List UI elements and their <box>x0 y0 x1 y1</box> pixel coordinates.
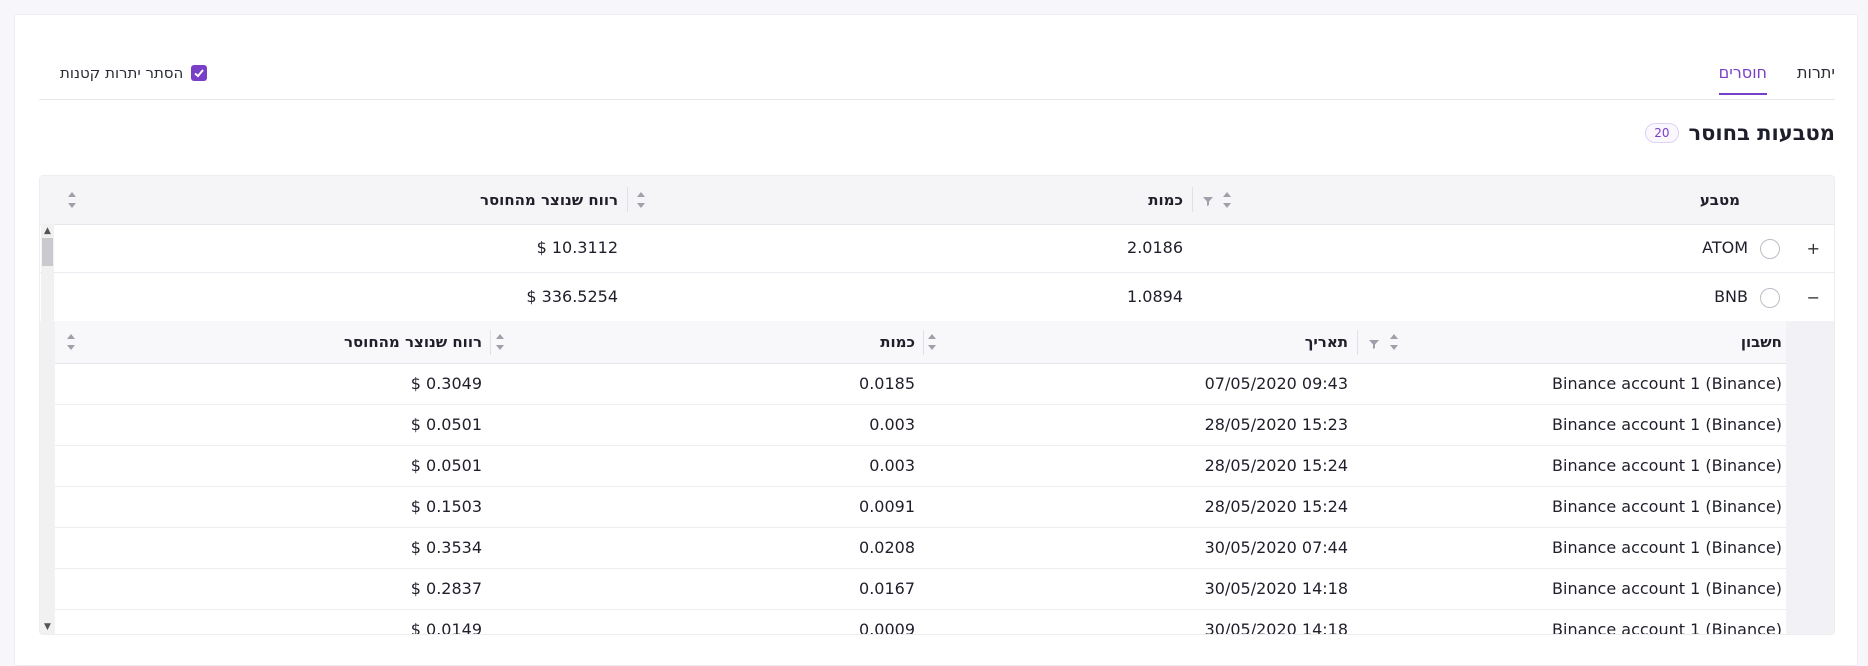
shortages-panel: יתרות חוסרים הסתר יתרות קטנות מטבעות בחו… <box>14 14 1858 666</box>
profit-cell: $ 336.5254 <box>526 287 618 306</box>
profit-cell: $ 0.3049 <box>410 374 482 393</box>
amount-cell: 0.0208 <box>859 538 915 557</box>
amount-cell: 0.003 <box>869 415 915 434</box>
column-header-profit: רווח שנוצר מהחוסר <box>343 333 482 351</box>
filter-icon[interactable] <box>1202 193 1214 211</box>
expand-row-icon[interactable]: + <box>1807 239 1820 258</box>
profit-cell: $ 10.3112 <box>536 238 618 257</box>
table-row[interactable]: − BNB 1.0894 $ 336.5254 <box>40 273 1834 322</box>
list-item[interactable]: Binance account 1 (Binance) 30/05/2020 1… <box>55 568 1786 610</box>
amount-cell: 0.0091 <box>859 497 915 516</box>
list-item[interactable]: Binance account 1 (Binance) 07/05/2020 0… <box>55 363 1786 405</box>
amount-cell: 1.0894 <box>1127 287 1183 306</box>
sort-icon[interactable] <box>65 332 77 352</box>
scroll-up-icon[interactable]: ▲ <box>41 224 54 238</box>
account-cell: Binance account 1 (Binance) <box>1552 538 1782 557</box>
account-cell: Binance account 1 (Binance) <box>1552 579 1782 598</box>
list-item[interactable]: Binance account 1 (Binance) 28/05/2020 1… <box>55 445 1786 487</box>
amount-cell: 0.0185 <box>859 374 915 393</box>
account-cell: Binance account 1 (Binance) <box>1552 620 1782 635</box>
tab-bar: יתרות חוסרים הסתר יתרות קטנות <box>39 49 1835 100</box>
sort-icon[interactable] <box>926 332 938 352</box>
profit-cell: $ 0.1503 <box>410 497 482 516</box>
row-select-radio[interactable] <box>1760 239 1780 259</box>
list-item[interactable]: Binance account 1 (Binance) 28/05/2020 1… <box>55 404 1786 446</box>
account-cell: Binance account 1 (Binance) <box>1552 415 1782 434</box>
column-header-date: תאריך <box>1304 333 1348 351</box>
column-divider <box>923 330 924 355</box>
sort-icon[interactable] <box>635 190 647 210</box>
count-badge: 20 <box>1645 123 1679 143</box>
hide-small-balances-toggle[interactable]: הסתר יתרות קטנות <box>60 64 208 82</box>
scroll-thumb[interactable] <box>42 238 53 266</box>
collapse-row-icon[interactable]: − <box>1807 288 1820 307</box>
date-cell: 28/05/2020 15:24 <box>1204 497 1348 516</box>
coin-cell: ATOM <box>1702 238 1748 257</box>
amount-cell: 0.0009 <box>859 620 915 635</box>
column-divider <box>627 187 628 212</box>
profit-cell: $ 0.0149 <box>410 620 482 635</box>
nested-table: חשבון תאריך כמות רווח שנוצר מהחוסר Binan… <box>55 321 1786 635</box>
section-title-text: מטבעות בחוסר <box>1688 121 1835 145</box>
column-header-account: חשבון <box>1740 333 1782 351</box>
column-header-profit: רווח שנוצר מהחוסר <box>479 191 618 209</box>
coin-cell: BNB <box>1714 287 1748 306</box>
profit-cell: $ 0.2837 <box>410 579 482 598</box>
tab-balances[interactable]: יתרות <box>1797 63 1835 93</box>
amount-cell: 0.003 <box>869 456 915 475</box>
account-cell: Binance account 1 (Binance) <box>1552 374 1782 393</box>
column-divider <box>1357 330 1358 355</box>
column-header-amount: כמות <box>1148 191 1183 209</box>
profit-cell: $ 0.0501 <box>410 415 482 434</box>
section-title: מטבעות בחוסר 20 <box>1645 121 1835 145</box>
profit-cell: $ 0.3534 <box>410 538 482 557</box>
scroll-down-icon[interactable]: ▼ <box>41 620 54 634</box>
nested-details: חשבון תאריך כמות רווח שנוצר מהחוסר Binan… <box>40 321 1834 635</box>
hide-small-balances-label: הסתר יתרות קטנות <box>60 64 184 82</box>
table-header: מטבע כמות רווח שנוצר מהחוסר <box>40 176 1834 225</box>
nested-table-header: חשבון תאריך כמות רווח שנוצר מהחוסר <box>55 321 1786 364</box>
date-cell: 30/05/2020 14:18 <box>1204 579 1348 598</box>
filter-icon[interactable] <box>1368 336 1380 354</box>
shortages-table: מטבע כמות רווח שנוצר מהחוסר + ATOM 2.018… <box>39 175 1835 635</box>
sort-icon[interactable] <box>1388 332 1400 352</box>
column-divider <box>1192 187 1193 212</box>
column-divider <box>490 330 491 355</box>
date-cell: 28/05/2020 15:23 <box>1204 415 1348 434</box>
date-cell: 28/05/2020 15:24 <box>1204 456 1348 475</box>
account-cell: Binance account 1 (Binance) <box>1552 497 1782 516</box>
sort-icon[interactable] <box>66 190 78 210</box>
list-item[interactable]: Binance account 1 (Binance) 30/05/2020 0… <box>55 527 1786 569</box>
list-item[interactable]: Binance account 1 (Binance) 28/05/2020 1… <box>55 486 1786 528</box>
check-icon[interactable] <box>191 65 208 81</box>
date-cell: 30/05/2020 14:18 <box>1204 620 1348 635</box>
column-header-coin: מטבע <box>1699 191 1740 209</box>
column-header-amount: כמות <box>880 333 915 351</box>
sort-icon[interactable] <box>494 332 506 352</box>
account-cell: Binance account 1 (Binance) <box>1552 456 1782 475</box>
profit-cell: $ 0.0501 <box>410 456 482 475</box>
tab-shortages[interactable]: חוסרים <box>1718 63 1767 95</box>
sort-icon[interactable] <box>1221 190 1233 210</box>
amount-cell: 2.0186 <box>1127 238 1183 257</box>
date-cell: 30/05/2020 07:44 <box>1204 538 1348 557</box>
date-cell: 07/05/2020 09:43 <box>1204 374 1348 393</box>
row-select-radio[interactable] <box>1760 288 1780 308</box>
list-item[interactable]: Binance account 1 (Binance) 30/05/2020 1… <box>55 609 1786 635</box>
amount-cell: 0.0167 <box>859 579 915 598</box>
table-row[interactable]: + ATOM 2.0186 $ 10.3112 <box>40 224 1834 273</box>
vertical-scrollbar[interactable]: ▲ ▼ <box>41 224 54 634</box>
